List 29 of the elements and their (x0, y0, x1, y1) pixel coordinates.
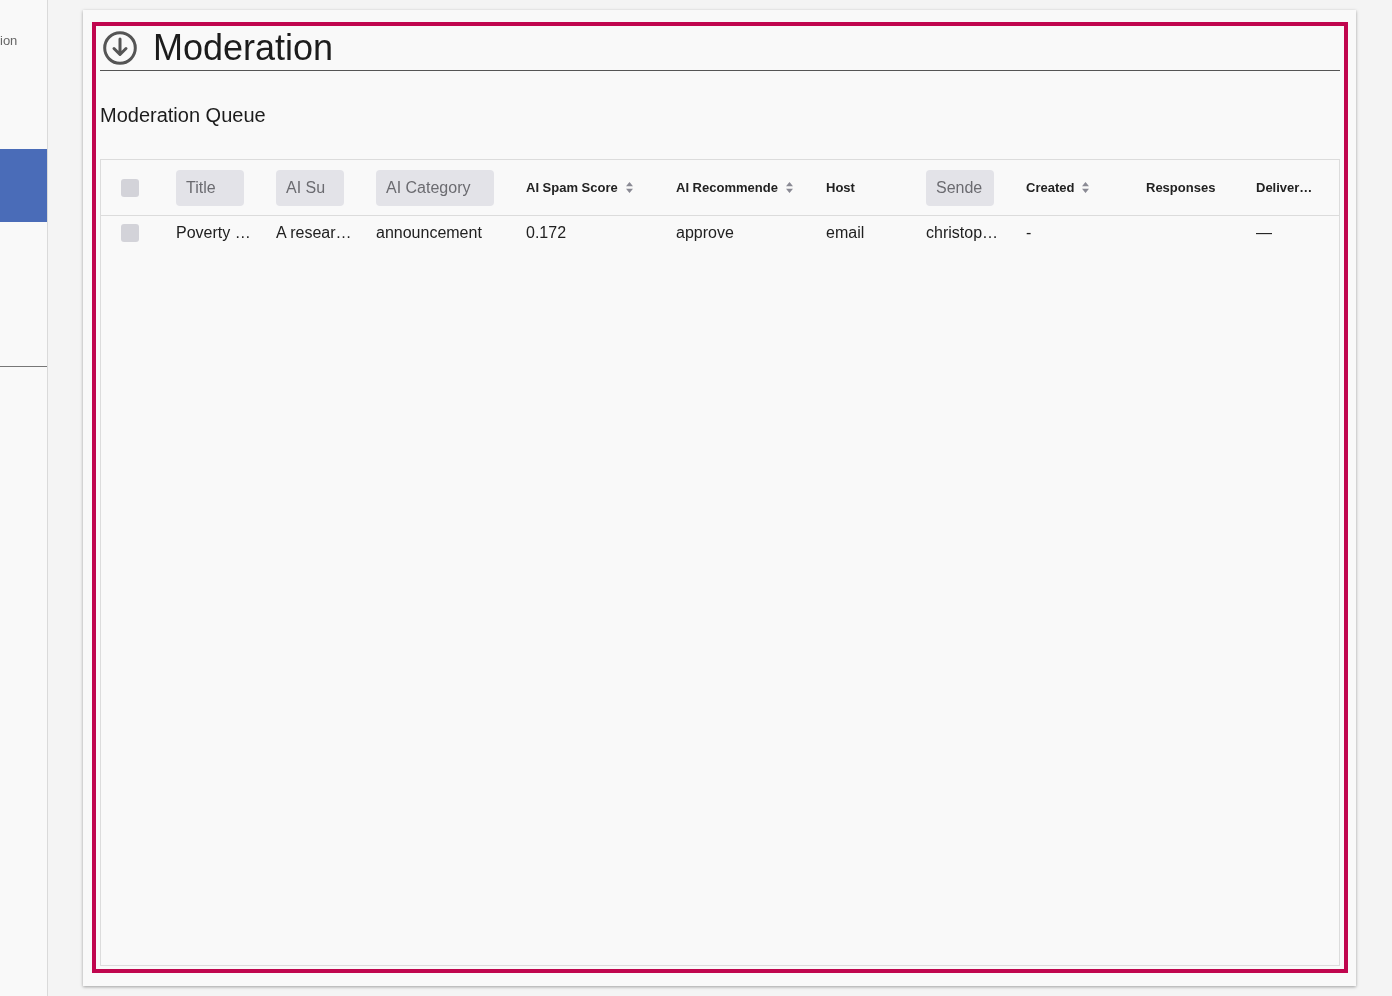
page-title: Moderation (153, 26, 334, 70)
table-cell-text: - (1026, 223, 1032, 243)
sort-icon (785, 182, 793, 193)
checkbox[interactable] (121, 224, 139, 242)
column-header: Host (826, 178, 855, 197)
column-header-button[interactable]: Sende (926, 169, 994, 206)
table-cell-text: Poverty … (176, 223, 251, 243)
column-header-button[interactable]: AI Su (276, 169, 344, 206)
sortable-column-header[interactable]: AI Spam Score (526, 177, 633, 198)
sort-icon (1082, 182, 1090, 193)
sidebar-item[interactable]: ion (0, 4, 47, 77)
column-header-button[interactable]: Title (176, 169, 244, 206)
sort-icon (625, 182, 633, 193)
table-cell-text: christop… (926, 223, 999, 243)
table-cell-text: announcement (376, 223, 482, 243)
checkbox[interactable] (121, 178, 139, 197)
sidebar-item[interactable] (0, 149, 47, 222)
section-title: Moderation Queue (100, 103, 267, 127)
sortable-column-header[interactable]: AI Recommende (676, 177, 793, 198)
column-header: Deliver… (1256, 178, 1313, 197)
table-cell-text: 0.172 (526, 223, 567, 243)
table-cell-text: approve (676, 223, 734, 243)
table-cell-text: email (826, 223, 865, 243)
column-header-button[interactable]: AI Category (376, 169, 494, 206)
column-header: Responses (1146, 178, 1216, 197)
arrow-down-circle-icon (103, 31, 137, 65)
table-cell-text: A resear… (276, 223, 352, 243)
sortable-column-header[interactable]: Created (1026, 177, 1090, 198)
table-cell-text: — (1256, 223, 1272, 243)
